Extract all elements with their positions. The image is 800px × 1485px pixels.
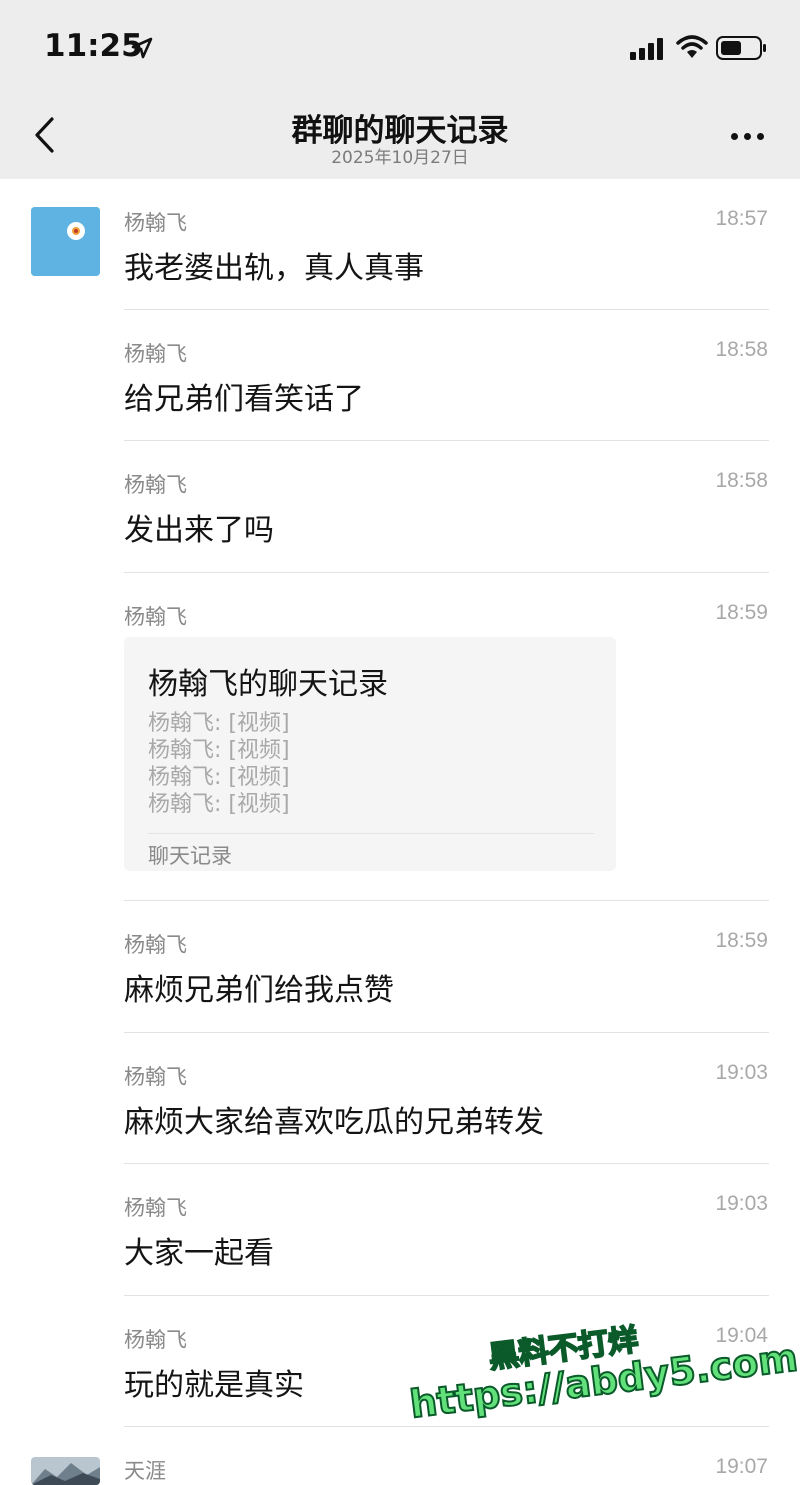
wifi-icon bbox=[676, 34, 708, 64]
sender-name: 天涯 bbox=[124, 1459, 166, 1483]
divider bbox=[124, 309, 769, 310]
divider bbox=[124, 900, 769, 901]
sender-name: 杨翰飞 bbox=[124, 473, 187, 497]
more-dots-icon bbox=[730, 132, 738, 140]
battery-icon bbox=[716, 36, 768, 64]
message-time: 18:57 bbox=[715, 207, 768, 230]
message-text: 我老婆出轨，真人真事 bbox=[124, 251, 424, 286]
message-time: 18:58 bbox=[715, 469, 768, 492]
divider bbox=[124, 1295, 769, 1296]
divider bbox=[124, 1163, 769, 1164]
message-time: 18:58 bbox=[715, 338, 768, 361]
message-time: 19:07 bbox=[715, 1455, 768, 1478]
avatar[interactable] bbox=[31, 1457, 100, 1485]
message-text: 麻烦兄弟们给我点赞 bbox=[124, 973, 394, 1008]
avatar-landscape-icon bbox=[31, 1457, 100, 1485]
divider bbox=[124, 440, 769, 441]
sender-name: 杨翰飞 bbox=[124, 342, 187, 366]
location-arrow-icon bbox=[130, 36, 154, 64]
card-footer: 聊天记录 bbox=[148, 844, 232, 868]
page-subtitle: 2025年10月27日 bbox=[331, 148, 469, 168]
sender-name: 杨翰飞 bbox=[124, 1196, 187, 1220]
sender-name: 杨翰飞 bbox=[124, 1328, 187, 1352]
more-options-button[interactable] bbox=[722, 119, 772, 153]
message-text: 发出来了吗 bbox=[124, 513, 274, 548]
forwarded-chat-card[interactable]: 杨翰飞的聊天记录 杨翰飞: [视频] 杨翰飞: [视频] 杨翰飞: [视频] 杨… bbox=[124, 637, 616, 871]
status-time: 11:25 bbox=[44, 28, 143, 64]
message-text: 麻烦大家给喜欢吃瓜的兄弟转发 bbox=[124, 1105, 544, 1140]
divider bbox=[124, 1032, 769, 1033]
message-text: 玩的就是真实 bbox=[124, 1368, 304, 1403]
message-text: 大家一起看 bbox=[124, 1236, 274, 1271]
status-bar: 11:25 bbox=[0, 0, 800, 95]
cellular-signal-icon bbox=[630, 38, 666, 64]
sender-name: 杨翰飞 bbox=[124, 211, 187, 235]
nav-bar: 群聊的聊天记录 2025年10月27日 bbox=[0, 95, 800, 179]
message-time: 19:03 bbox=[715, 1061, 768, 1084]
message-text: 给兄弟们看笑话了 bbox=[124, 382, 364, 417]
message-time: 18:59 bbox=[715, 929, 768, 952]
card-title: 杨翰飞的聊天记录 bbox=[148, 667, 388, 702]
divider bbox=[124, 572, 769, 573]
avatar[interactable] bbox=[31, 207, 100, 276]
watermark: 黑料不打烊 https://abdy5.com bbox=[403, 1302, 800, 1453]
message-time: 19:03 bbox=[715, 1192, 768, 1215]
sender-name: 杨翰飞 bbox=[124, 605, 187, 629]
sender-name: 杨翰飞 bbox=[124, 933, 187, 957]
sender-name: 杨翰飞 bbox=[124, 1065, 187, 1089]
avatar-flower-icon bbox=[31, 207, 100, 276]
card-divider bbox=[148, 833, 594, 834]
message-time: 18:59 bbox=[715, 601, 768, 624]
card-line: 杨翰飞: [视频] bbox=[148, 792, 290, 817]
